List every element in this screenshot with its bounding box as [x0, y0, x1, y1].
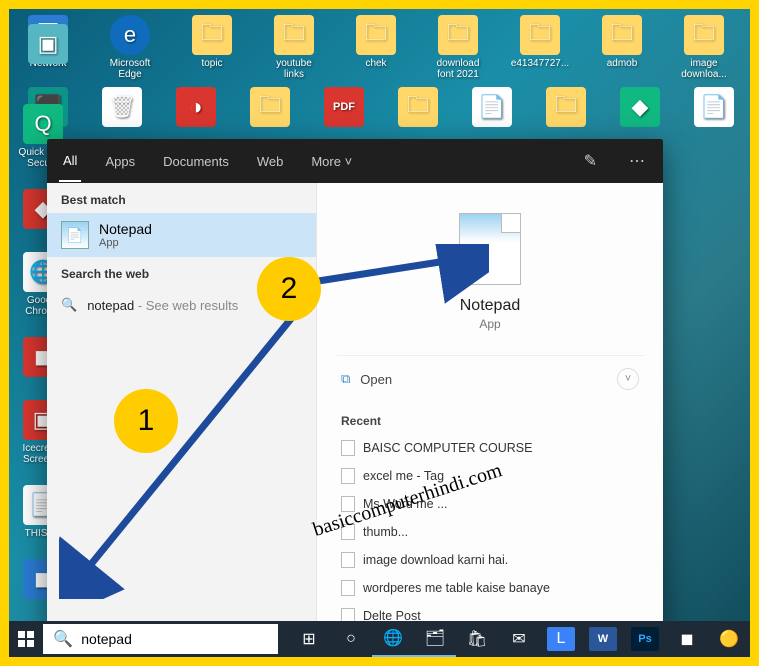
app2-taskbar-icon[interactable]: ◼ [666, 621, 708, 657]
desktop-icon[interactable]: 🗀 [537, 87, 595, 130]
desktop-icon[interactable]: 🗀 [389, 87, 447, 130]
taskbar: 🔍 ⊞ ○ 🌐 🗂 🛍 ✉ L W Ps ◼ 🟡 [9, 621, 750, 657]
annotation-badge-1: 1 [114, 389, 178, 453]
chrome-taskbar-icon[interactable]: 🟡 [708, 621, 750, 657]
tab-apps[interactable]: Apps [101, 142, 139, 181]
best-match-subtitle: App [99, 237, 152, 249]
desktop-screen: 🖥Network eMicrosoft Edge 🗀topic 🗀youtube… [9, 9, 750, 657]
edge-taskbar-icon[interactable]: 🌐 [372, 621, 414, 657]
best-match-header: Best match [47, 183, 316, 213]
store-taskbar-icon[interactable]: 🛍 [456, 621, 498, 657]
taskbar-search-input[interactable] [81, 631, 268, 647]
desktop-icon[interactable]: ◑ [167, 87, 225, 130]
best-match-item[interactable]: 📄 Notepad App [47, 213, 316, 257]
desktop-icon[interactable]: 🗀topic [183, 15, 241, 80]
expand-chevron-icon[interactable]: ˅ [617, 368, 639, 390]
feedback-icon[interactable]: ✎ [578, 151, 603, 171]
mail-taskbar-icon[interactable]: ✉ [498, 621, 540, 657]
tab-all[interactable]: All [59, 141, 81, 182]
tab-web[interactable]: Web [253, 142, 288, 181]
windows-logo-icon [18, 631, 34, 647]
desktop-row-1: 🖥Network eMicrosoft Edge 🗀topic 🗀youtube… [19, 15, 750, 80]
word-taskbar-icon[interactable]: W [589, 627, 617, 651]
taskbar-search-box[interactable]: 🔍 [43, 624, 278, 654]
desktop-icon[interactable]: eMicrosoft Edge [101, 15, 159, 80]
app-taskbar-icon[interactable]: L [547, 627, 575, 651]
notepad-icon: 📄 [61, 221, 89, 249]
desktop-icon[interactable]: 📄 [463, 87, 521, 130]
desktop-icon[interactable]: 🗀e41347727... [511, 15, 569, 80]
annotation-badge-2: 2 [257, 257, 321, 321]
explorer-taskbar-icon[interactable]: 🗂 [414, 621, 456, 657]
search-icon: 🔍 [53, 629, 73, 649]
start-button[interactable] [9, 621, 43, 657]
desktop-icon[interactable]: 📄 [685, 87, 743, 130]
desktop-icon[interactable]: 🗀admob [593, 15, 651, 80]
desktop-row-2: ⬛ 🗑 ◑ 🗀 PDF 🗀 📄 🗀 ◆ 📄 🗀 [19, 87, 750, 130]
desktop-icon[interactable]: 🗀youtube links [265, 15, 323, 80]
tab-more[interactable]: More ˅ [307, 142, 356, 181]
tab-documents[interactable]: Documents [159, 142, 233, 181]
cortana-icon[interactable]: ○ [330, 621, 372, 657]
task-view-icon[interactable]: ⊞ [288, 621, 330, 657]
desktop-icon[interactable]: 🗀chek [347, 15, 405, 80]
photoshop-taskbar-icon[interactable]: Ps [631, 627, 659, 651]
desktop-icon[interactable]: 🗀 [241, 87, 299, 130]
desktop-icon[interactable]: ◆ [611, 87, 669, 130]
taskbar-icons: ⊞ ○ 🌐 🗂 🛍 ✉ L W Ps ◼ 🟡 [288, 621, 750, 657]
desktop-icon[interactable]: 🗀image downloa... [675, 15, 733, 80]
annotation-arrow-1 [59, 269, 399, 599]
desktop-icon[interactable]: PDF [315, 87, 373, 130]
desktop-icon[interactable]: 🗀download font 2021 [429, 15, 487, 80]
best-match-title: Notepad [99, 221, 152, 237]
more-options-icon[interactable]: ⋯ [623, 151, 651, 171]
search-tabs: All Apps Documents Web More ˅ ✎ ⋯ [47, 139, 663, 183]
desktop-icon[interactable]: 🗑 [93, 87, 151, 130]
